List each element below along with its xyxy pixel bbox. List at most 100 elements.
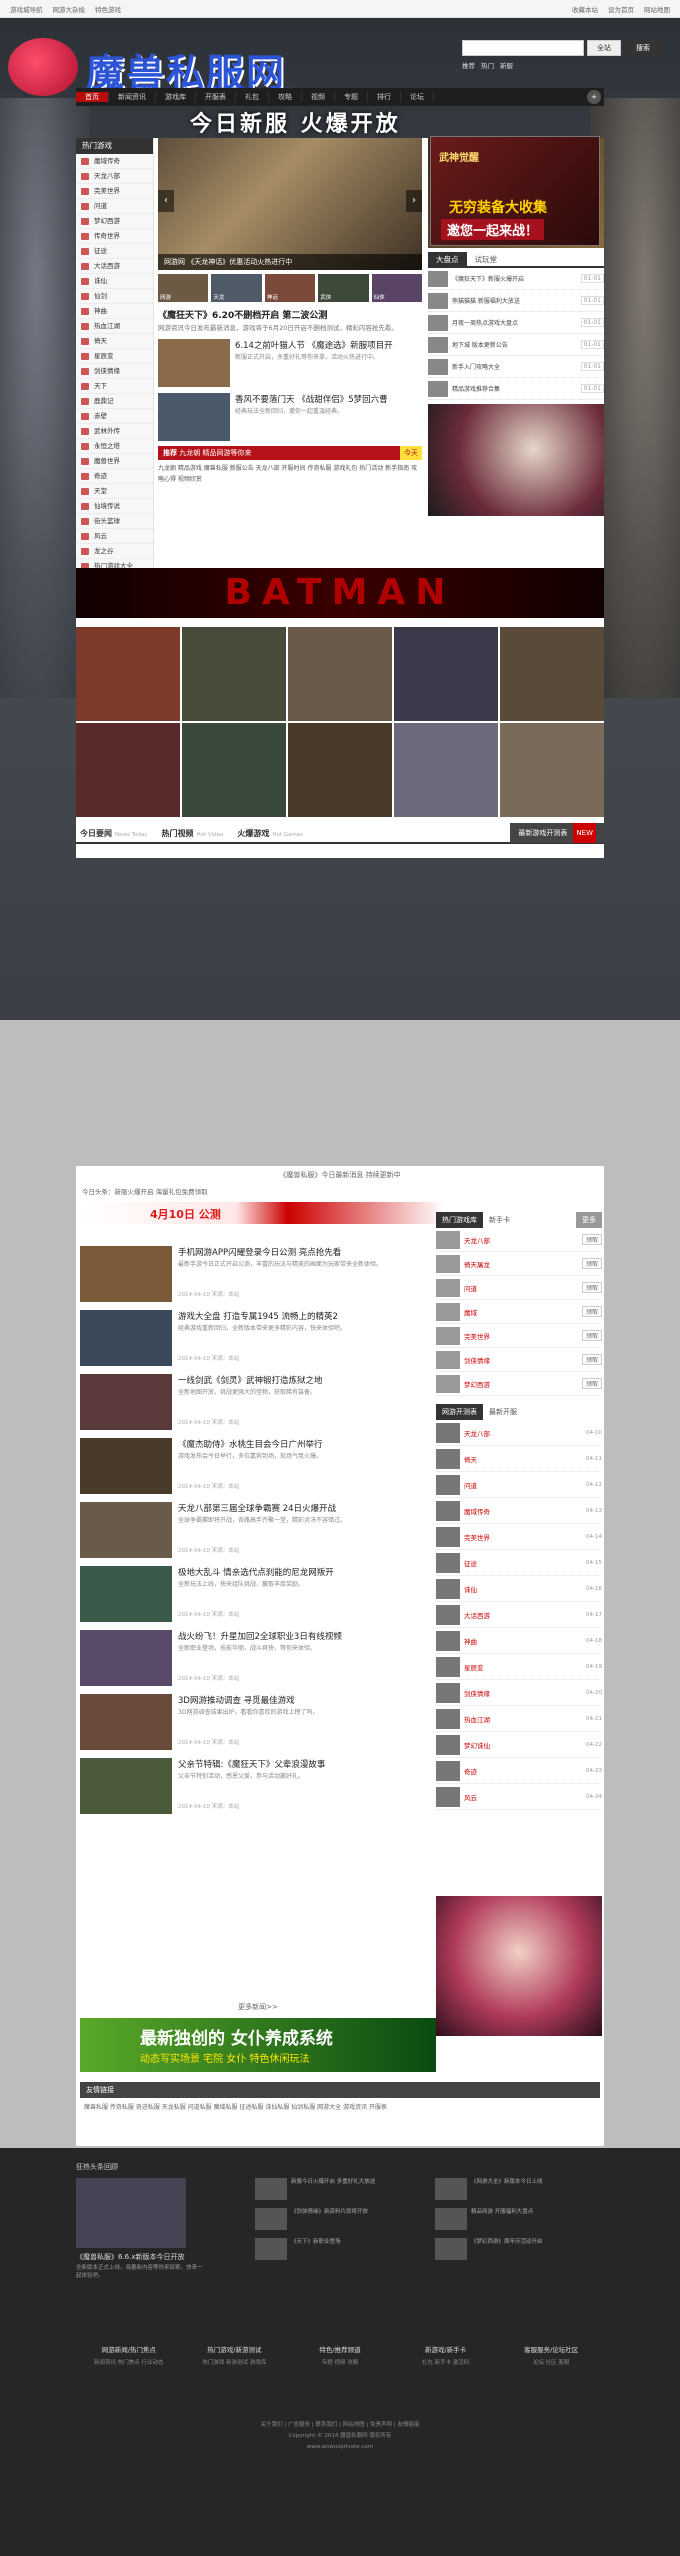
tab-hot-video[interactable]: 热门视频 Hot Video <box>162 828 224 839</box>
game-name[interactable]: 完美世界 <box>464 1331 578 1341</box>
topbar-link[interactable]: 游戏城导航 <box>10 4 43 14</box>
tab-news-today[interactable]: 今日要闻 News Today <box>80 828 148 839</box>
nav-item-guides[interactable]: 攻略 <box>269 92 302 102</box>
sidebar-item-game[interactable]: 魔兽世界 <box>76 454 153 469</box>
tab-trial[interactable]: 试玩堂 <box>467 252 506 266</box>
feed-title[interactable]: 战火纷飞！升星加回2全球职业3日有线视频 <box>178 1630 436 1642</box>
sidebar-item-game[interactable]: 风云 <box>76 529 153 544</box>
sidebar-item-game[interactable]: 问道 <box>76 199 153 214</box>
feed-image[interactable] <box>80 1246 172 1302</box>
list-item[interactable]: 《魔狂天下》新服火爆开启 01-01 <box>428 268 604 290</box>
mosaic-tile[interactable] <box>288 627 392 721</box>
footer-feature-image[interactable] <box>76 2178 186 2248</box>
server-name[interactable]: 征途 <box>464 1558 582 1568</box>
feed-title[interactable]: 父亲节特辑:《魔狂天下》父辈浪漫故事 <box>178 1758 436 1770</box>
footer-news-item[interactable]: 新服今日火爆开启 多重好礼大放送 <box>255 2178 425 2200</box>
footer-news-item[interactable]: 《天下》新职业登场 <box>255 2238 425 2260</box>
joker-ad[interactable] <box>428 404 604 516</box>
nav-item-gifts[interactable]: 礼包 <box>236 92 269 102</box>
feed-image[interactable] <box>80 1502 172 1558</box>
headline[interactable]: 《魔狂天下》6.20不删档开启 第二波公测 <box>158 308 422 321</box>
slider-next-button[interactable]: › <box>406 190 422 212</box>
nav-item-ranking[interactable]: 排行 <box>368 92 401 102</box>
feed-title[interactable]: 《魔杰助侍》水桃生目会今日广州举行 <box>178 1438 436 1450</box>
game-name[interactable]: 问道 <box>464 1283 578 1293</box>
homepage-link[interactable]: 设为首页 <box>608 4 634 14</box>
sidebar-item-game[interactable]: 大话西游 <box>76 259 153 274</box>
link-grid[interactable]: 九龙朝 精品游戏 魔兽私服 新服公告 天龙八部 开服时间 传奇私服 游戏礼包 热… <box>158 463 422 485</box>
sidebar-item-game[interactable]: 龙之谷 <box>76 544 153 559</box>
sidebar-item-game[interactable]: 仙剑 <box>76 289 153 304</box>
game-name[interactable]: 梦幻西游 <box>464 1379 578 1389</box>
more-news-link[interactable]: 更多新闻>> <box>80 2002 436 2012</box>
nav-item-video[interactable]: 视频 <box>302 92 335 102</box>
tab-test-schedule[interactable]: 网游开测表 <box>436 1404 483 1420</box>
topbar-link[interactable]: 网游大杂烩 <box>53 4 86 14</box>
claim-button[interactable]: 领取 <box>581 1258 602 1269</box>
feed-title[interactable]: 游戏大全盘 打造专属1945 流畅上的精英2 <box>178 1310 436 1322</box>
sidebar-item-game[interactable]: 赤壁 <box>76 409 153 424</box>
feed-image[interactable] <box>80 1374 172 1430</box>
server-name[interactable]: 问道 <box>464 1480 582 1490</box>
sidebar-item-game[interactable]: 热血江湖 <box>76 319 153 334</box>
list-item[interactable]: 精品游戏推荐合集 01-01 <box>428 378 604 400</box>
nav-item-topics[interactable]: 专题 <box>335 92 368 102</box>
batman-banner[interactable]: BATMAN <box>76 568 604 618</box>
list-item[interactable]: 新手入门攻略大全 01-01 <box>428 356 604 378</box>
mosaic-tile[interactable] <box>500 723 604 817</box>
footer-links[interactable]: 关于我们 | 广告服务 | 联系我们 | 网站地图 | 免责声明 | 友情链接 <box>76 2420 604 2431</box>
server-name[interactable]: 完美世界 <box>464 1532 582 1542</box>
promo-strip[interactable]: 推荐 九龙朝 精品网游等你来 今天 <box>158 446 422 460</box>
test-schedule-tab[interactable]: 最新游戏开测表 NEW <box>510 823 604 843</box>
server-name[interactable]: 剑侠情缘 <box>464 1688 582 1698</box>
topbar-link[interactable]: 特色游戏 <box>95 4 121 14</box>
feed-title[interactable]: 手机网游APP闪耀登录今日公测 亮点抢先看 <box>178 1246 436 1258</box>
mosaic-tile[interactable] <box>182 627 286 721</box>
search-scope-select[interactable]: 全站 <box>587 40 621 56</box>
news-image[interactable] <box>158 339 230 387</box>
footer-nav-links[interactable]: 礼包 新手卡 激活码 <box>393 2358 499 2368</box>
game-name[interactable]: 剑侠情缘 <box>464 1355 578 1365</box>
sidebar-item-game[interactable]: 武林外传 <box>76 424 153 439</box>
sidebar-item-game[interactable]: 传奇世界 <box>76 229 153 244</box>
featured-slider[interactable]: ‹ › 网游网 《天龙神话》优惠活动火热进行中 <box>158 138 422 270</box>
tab-overview[interactable]: 大盘点 <box>428 252 467 266</box>
feed-title[interactable]: 一线剑武《剑灵》武神锻打造炼狱之地 <box>178 1374 436 1386</box>
sidebar-item-game[interactable]: 街头篮球 <box>76 514 153 529</box>
game-name[interactable]: 魔域 <box>464 1307 578 1317</box>
footer-nav-links[interactable]: 专题 视频 攻略 <box>287 2358 393 2368</box>
feed-image[interactable] <box>80 1438 172 1494</box>
footer-news-item[interactable]: 《剑侠情缘》新资料片即将开放 <box>255 2208 425 2230</box>
server-name[interactable]: 大话西游 <box>464 1610 582 1620</box>
sidebar-item-game[interactable]: 奇迹 <box>76 469 153 484</box>
tab-newbie-card[interactable]: 新手卡 <box>483 1212 516 1228</box>
hot-word[interactable]: 热门 <box>481 60 494 70</box>
game-name[interactable]: 倚天屠龙 <box>464 1259 578 1269</box>
feed-image[interactable] <box>80 1566 172 1622</box>
footer-feature-caption[interactable]: 《魔兽私服》6.6.x新版本今日开放 <box>76 2252 185 2262</box>
tab-game-library[interactable]: 热门游戏库 <box>436 1212 483 1228</box>
news-title[interactable]: 6.14之前叶猫人节 《魔途选》新服项目开 <box>235 339 422 351</box>
plus-icon[interactable]: + <box>587 90 601 104</box>
claim-button[interactable]: 领取 <box>581 1378 602 1389</box>
footer-nav-links[interactable]: 热门游戏 新游测试 游戏库 <box>182 2358 288 2368</box>
more-button[interactable]: 更多 <box>576 1212 602 1228</box>
server-name[interactable]: 梦幻诛仙 <box>464 1740 582 1750</box>
sidebar-item-game[interactable]: 诛仙 <box>76 274 153 289</box>
mosaic-tile[interactable] <box>394 627 498 721</box>
friend-links-list[interactable]: 魔兽私服 传奇私服 奇迹私服 天龙私服 问道私服 魔域私服 征途私服 诛仙私服 … <box>80 2098 600 2118</box>
news-ticker[interactable]: 今日头条：新服火爆开启 海量礼包免费领取 <box>76 1184 604 1198</box>
footer-news-item[interactable]: 《网游大全》新版本今日上线 <box>435 2178 605 2200</box>
mosaic-tile[interactable] <box>500 627 604 721</box>
mosaic-tile[interactable] <box>182 723 286 817</box>
footer-nav-links[interactable]: 论坛 社区 客服 <box>498 2358 604 2368</box>
mosaic-tile[interactable] <box>394 723 498 817</box>
slider-thumb[interactable]: 天龙 <box>211 274 262 302</box>
sitemap-link[interactable]: 网站地图 <box>644 4 670 14</box>
sidebar-item-game[interactable]: 天堂 <box>76 484 153 499</box>
list-item[interactable]: 地下城 版本更新公告 01-01 <box>428 334 604 356</box>
claim-button[interactable]: 领取 <box>581 1354 602 1365</box>
feed-title[interactable]: 极地大乱斗 情亲选代点刹能的尼龙网叛开 <box>178 1566 436 1578</box>
slider-thumb[interactable]: 武侠 <box>318 274 369 302</box>
nav-item-home[interactable]: 首页 <box>76 92 109 102</box>
